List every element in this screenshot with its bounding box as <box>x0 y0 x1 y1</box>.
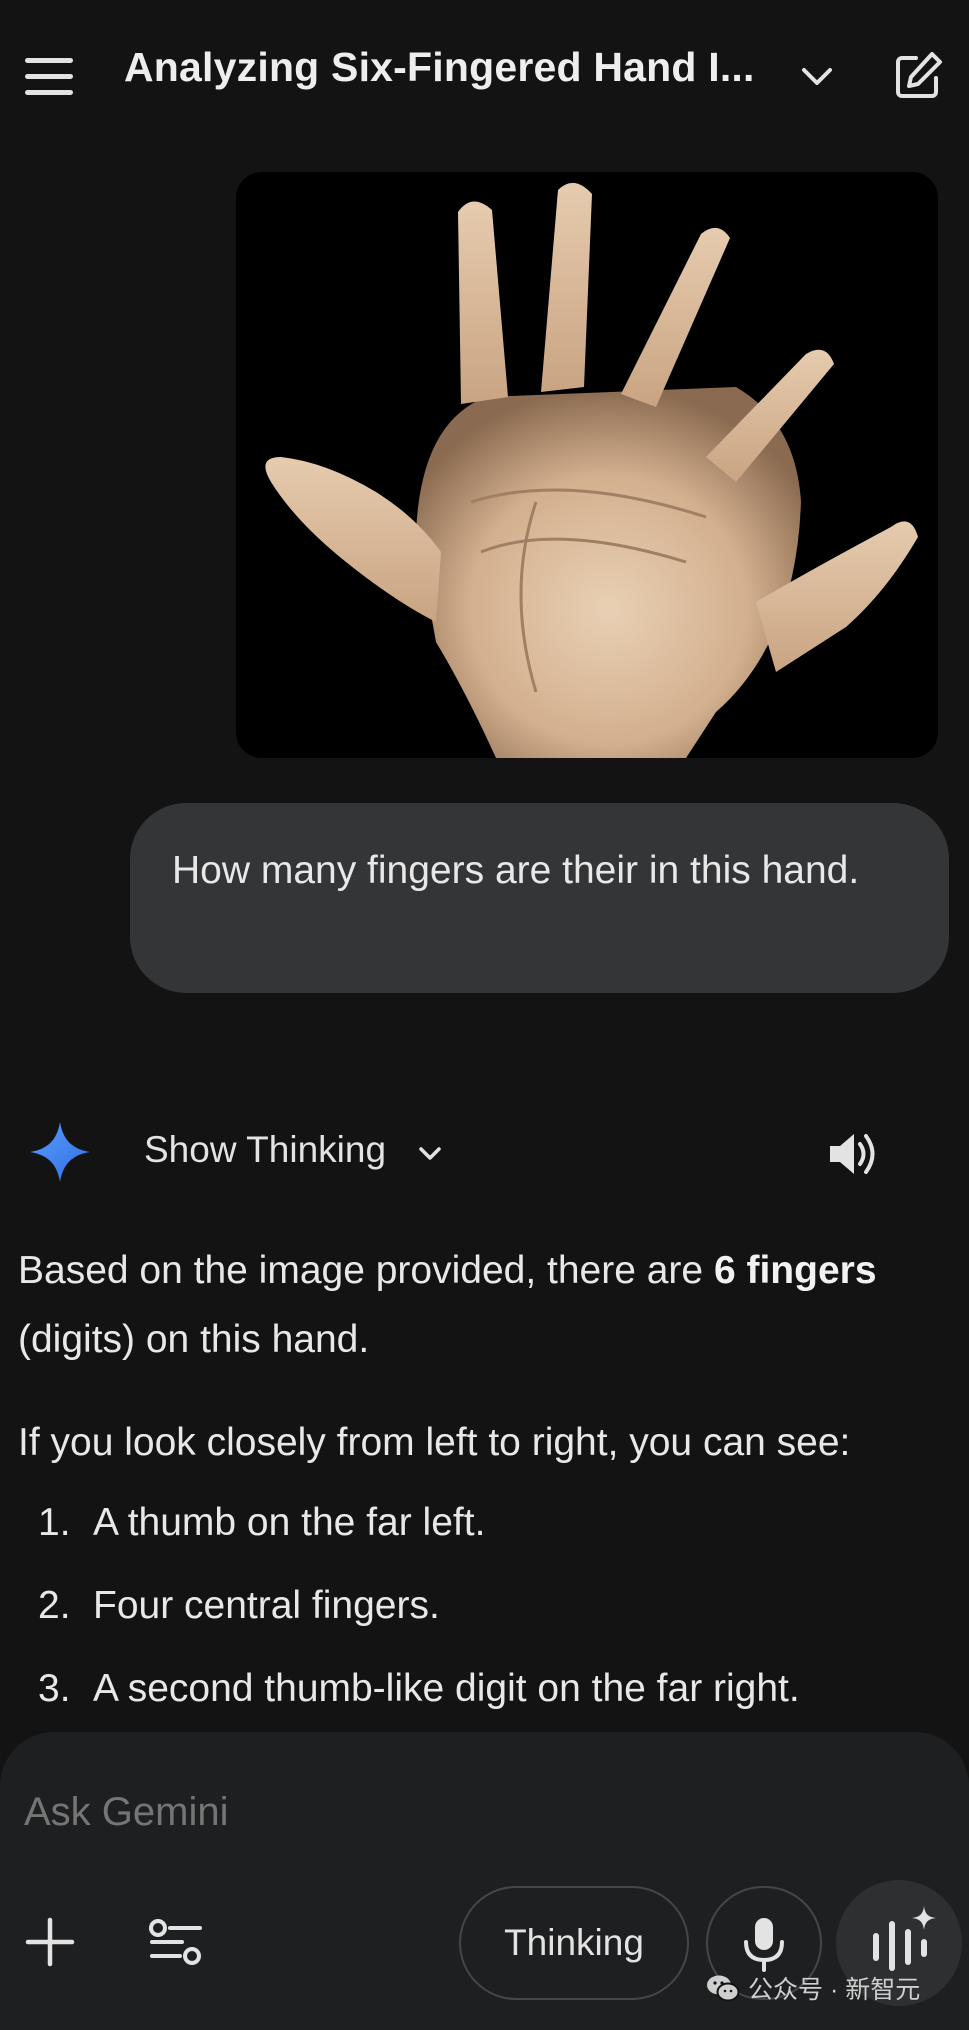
list-item: 3. A second thumb-like digit on the far r… <box>38 1667 800 1711</box>
top-app-bar: Analyzing Six-Fingered Hand I... <box>0 0 969 150</box>
list-text: Four central fingers. <box>93 1584 440 1627</box>
chevron-down-icon[interactable] <box>414 1138 446 1170</box>
response-text: Based on the image provided, there are <box>18 1249 714 1292</box>
response-bold-text: 6 fingers <box>713 1249 877 1292</box>
watermark: 公众号 · 新智元 <box>706 1970 920 2006</box>
list-number: 2. <box>38 1584 71 1627</box>
thinking-mode-button[interactable]: Thinking <box>459 1886 689 2000</box>
list-text: A second thumb-like digit on the far rig… <box>93 1667 800 1710</box>
gemini-sparkle-icon <box>28 1120 92 1184</box>
response-paragraph: Based on the image provided, there are 6… <box>18 1236 958 1374</box>
gemini-chat-screen: Analyzing Six-Fingered Hand I... How man… <box>0 0 969 2030</box>
speaker-icon[interactable] <box>826 1128 882 1180</box>
list-item: 2. Four central fingers. <box>38 1584 440 1628</box>
list-text: A thumb on the far left. <box>93 1501 486 1544</box>
list-item: 1. A thumb on the far left. <box>38 1501 485 1545</box>
user-message-bubble[interactable]: How many fingers are their in this hand. <box>130 803 949 993</box>
watermark-text: 公众号 · 新智元 <box>748 1976 921 2004</box>
ask-gemini-input[interactable] <box>24 1790 524 1835</box>
response-paragraph: If you look closely from left to right, … <box>18 1421 851 1464</box>
tools-settings-icon[interactable] <box>148 1916 204 1968</box>
list-number: 3. <box>38 1667 71 1710</box>
user-message-text: How many fingers are their in this hand. <box>172 849 860 892</box>
wechat-icon <box>707 1975 740 2002</box>
show-thinking-toggle[interactable]: Show Thinking <box>144 1129 386 1171</box>
list-number: 1. <box>38 1501 71 1544</box>
response-text: (digits) on this hand. <box>18 1318 370 1361</box>
chevron-down-icon[interactable] <box>796 56 838 98</box>
plus-icon[interactable] <box>24 1916 76 1968</box>
hamburger-menu-icon[interactable] <box>22 58 76 98</box>
edit-pencil-icon[interactable] <box>892 50 944 102</box>
uploaded-hand-image[interactable] <box>236 172 938 758</box>
conversation-title[interactable]: Analyzing Six-Fingered Hand I... <box>124 44 755 91</box>
